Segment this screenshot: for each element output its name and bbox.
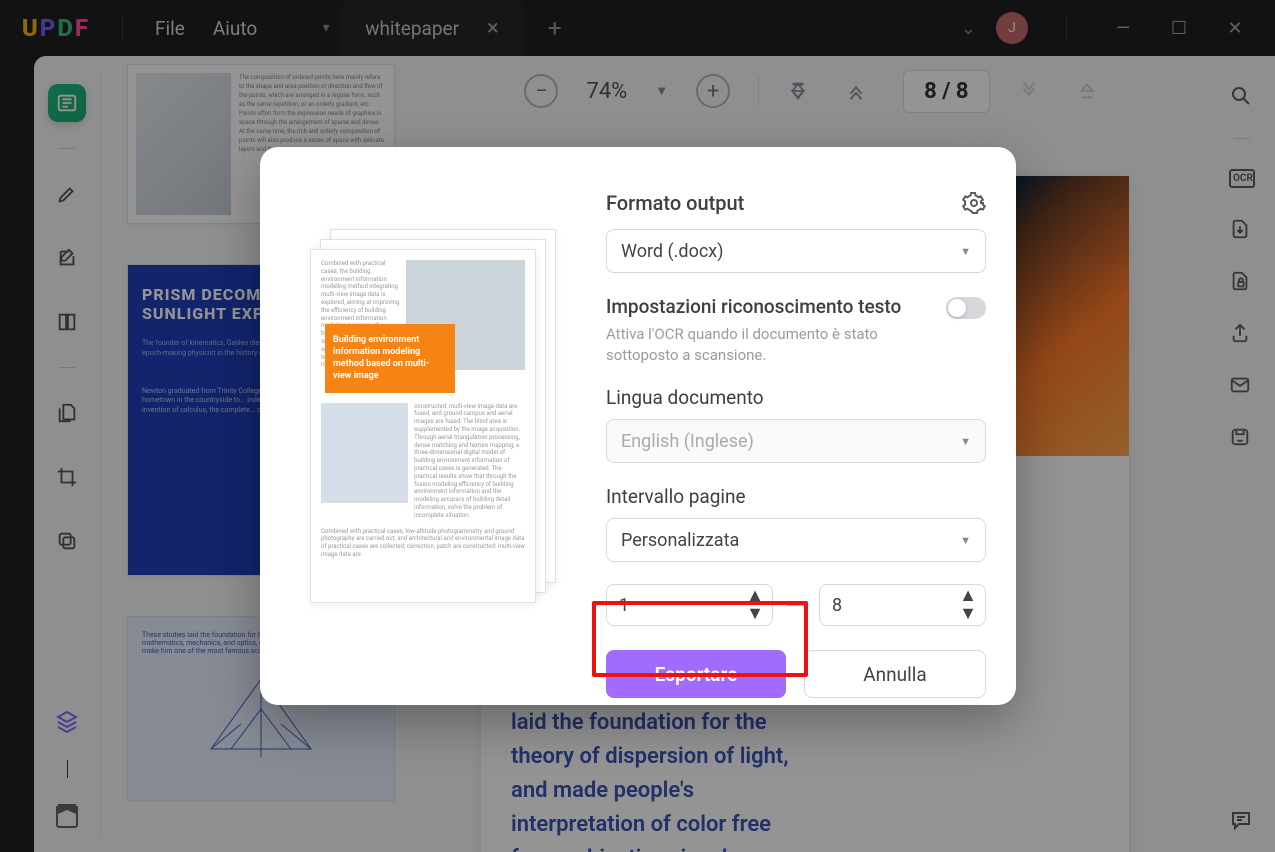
export-preview: Combined with practical cases, the build…	[310, 229, 562, 675]
range-to-value: 8	[832, 595, 842, 616]
preview-callout: Building environment information modelin…	[325, 324, 455, 393]
export-dialog: Combined with practical cases, the build…	[260, 147, 1016, 705]
app-window: UPDF File Aiuto ▾ whitepaper × + ⌄ J — ☐…	[0, 0, 1275, 852]
settings-gear-icon[interactable]	[962, 191, 986, 215]
export-form: Formato output Word (.docx) ▼ Impostazio…	[562, 191, 986, 675]
language-value: English (Inglese)	[621, 431, 754, 452]
cancel-button[interactable]: Annulla	[804, 650, 986, 698]
page-range-select[interactable]: Personalizzata ▼	[606, 518, 986, 562]
ocr-toggle[interactable]	[946, 297, 986, 319]
chevron-down-icon: ▼	[960, 245, 971, 258]
range-from-value: 1	[619, 595, 629, 616]
preview-image	[321, 403, 408, 503]
page-range-label: Intervallo pagine	[606, 485, 986, 508]
language-select[interactable]: English (Inglese) ▼	[606, 419, 986, 463]
range-to-input[interactable]: 8 ▲▼	[819, 584, 986, 626]
chevron-down-icon: ▼	[960, 534, 971, 547]
chevron-down-icon: ▼	[960, 435, 971, 448]
preview-stack-front: Combined with practical cases, the build…	[310, 249, 536, 603]
ocr-settings-desc: Attiva l'OCR quando il documento è stato…	[606, 324, 906, 366]
range-separator	[787, 604, 805, 606]
output-format-label: Formato output	[606, 191, 744, 215]
output-format-value: Word (.docx)	[621, 241, 723, 262]
stepper-icon[interactable]: ▲▼	[959, 587, 977, 623]
ocr-settings-label: Impostazioni riconoscimento testo	[606, 295, 906, 318]
output-format-select[interactable]: Word (.docx) ▼	[606, 229, 986, 273]
page-range-value: Personalizzata	[621, 530, 739, 551]
language-label: Lingua documento	[606, 386, 986, 409]
stepper-icon[interactable]: ▲▼	[746, 587, 764, 623]
export-button[interactable]: Esportare	[606, 650, 786, 698]
range-from-input[interactable]: 1 ▲▼	[606, 584, 773, 626]
